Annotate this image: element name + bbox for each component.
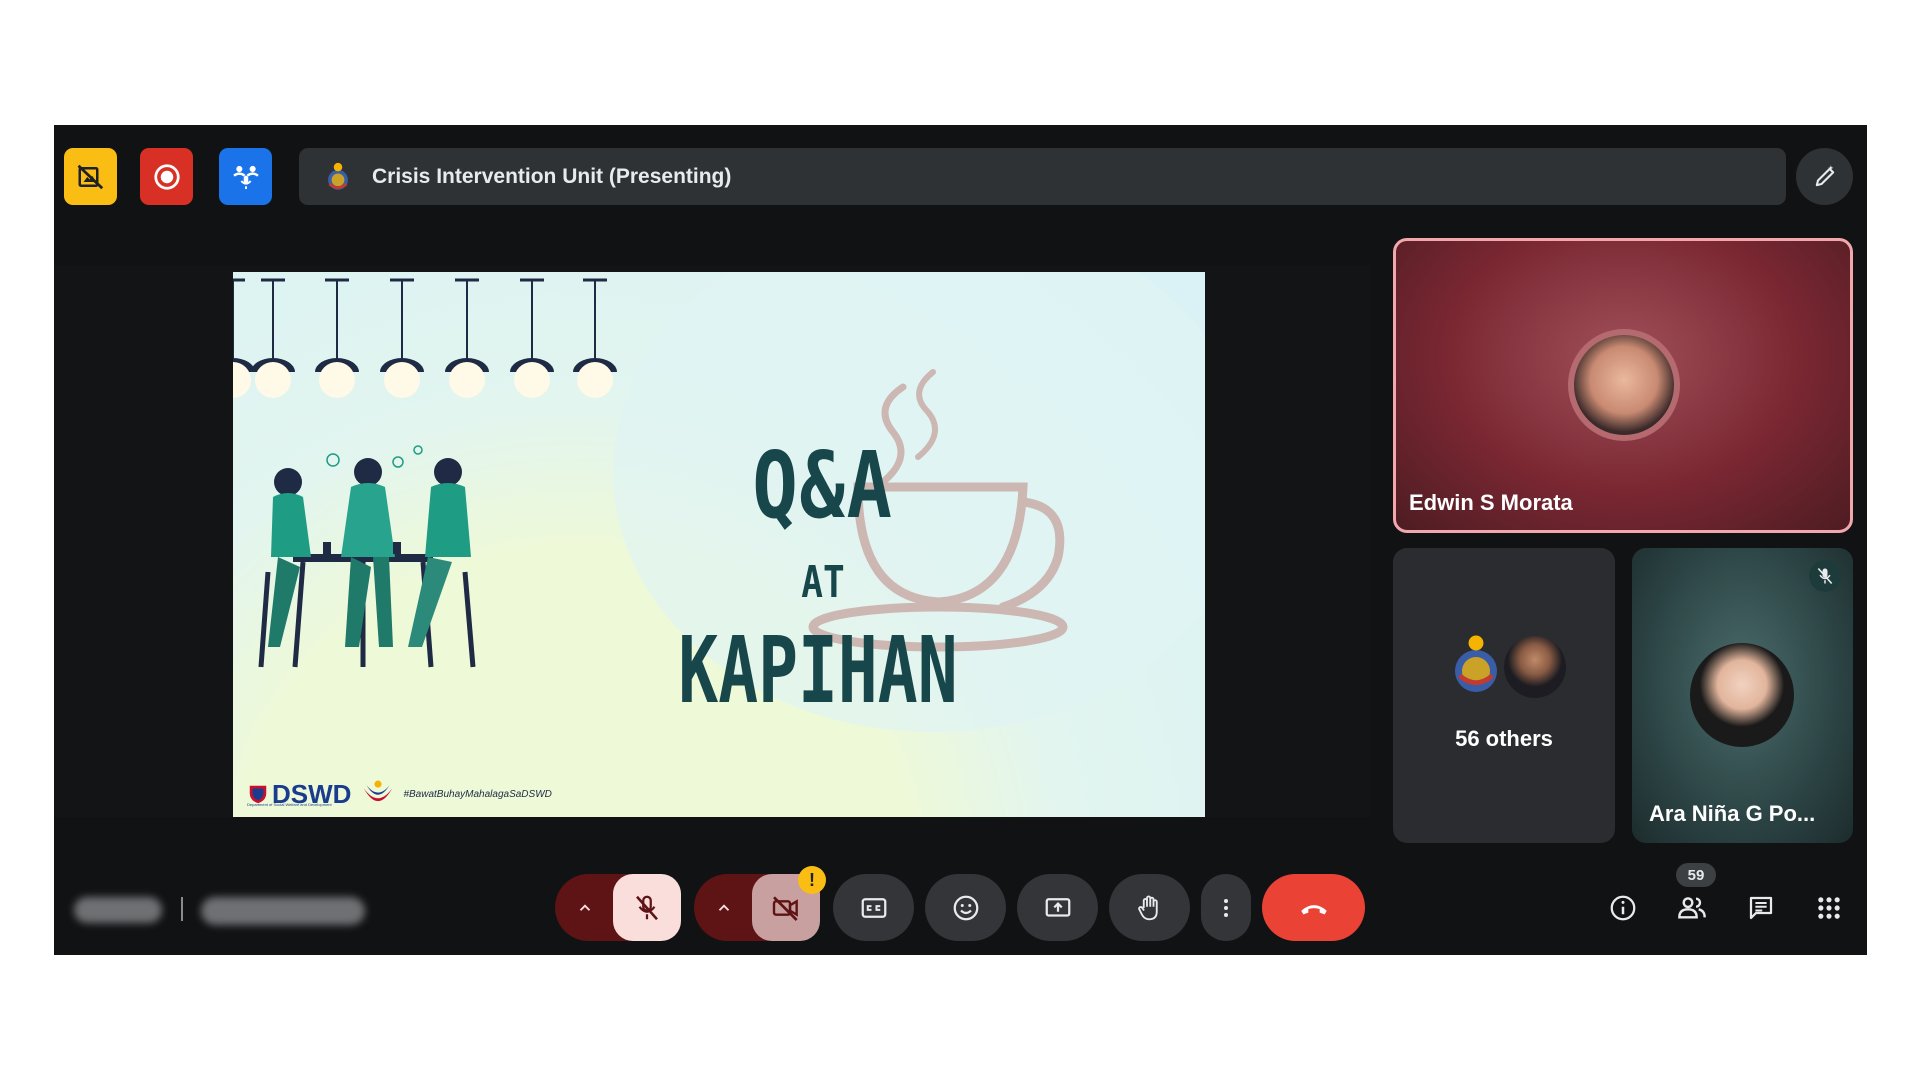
camera-warning-badge: ! xyxy=(798,866,826,894)
camera-off-icon xyxy=(772,895,798,921)
avatar-group xyxy=(1448,633,1568,701)
meet-window: Crisis Intervention Unit (Presenting) Q&… xyxy=(54,125,1867,955)
mic-off-badge xyxy=(1809,560,1841,592)
participant-name-ara: Ara Niña G Po... xyxy=(1649,801,1816,826)
mic-toggle-button[interactable] xyxy=(613,874,681,941)
edit-button[interactable] xyxy=(1796,148,1853,205)
apps-grid-icon xyxy=(1818,897,1840,919)
people-icon xyxy=(1678,897,1706,919)
call-end-icon xyxy=(1300,904,1327,914)
raise-hand-icon xyxy=(1137,895,1158,920)
presentation-stage: Q&A AT KAPIHAN DSWD #BawatBuhayMahalagaS… xyxy=(54,265,1371,817)
people-button[interactable] xyxy=(1669,885,1715,931)
host-controls-button[interactable] xyxy=(219,148,272,205)
avatar-graduate xyxy=(1504,636,1566,698)
raise-hand-button[interactable] xyxy=(1109,874,1190,941)
captions-button[interactable] xyxy=(833,874,914,941)
participant-tile-edwin[interactable]: Edwin S Morata xyxy=(1393,238,1853,533)
avatar-ara xyxy=(1690,643,1794,747)
warning-icon: ! xyxy=(809,869,815,890)
mic-off-icon xyxy=(636,895,658,920)
presenting-title-bar[interactable]: Crisis Intervention Unit (Presenting) xyxy=(299,148,1786,205)
record-icon xyxy=(153,163,180,190)
participant-tile-others[interactable]: 56 others xyxy=(1393,548,1615,843)
agency-logo-icon xyxy=(1455,635,1497,692)
reactions-button[interactable] xyxy=(925,874,1006,941)
chat-button[interactable] xyxy=(1738,885,1784,931)
redacted-time xyxy=(74,897,162,923)
bagong-pilipinas-logo-icon xyxy=(364,780,393,802)
present-screen-icon xyxy=(1045,897,1070,917)
pen-edit-icon xyxy=(1815,164,1834,186)
slide-title-kapihan: KAPIHAN xyxy=(678,617,958,724)
redacted-meeting-code xyxy=(201,897,365,925)
video-options-button[interactable] xyxy=(694,874,754,941)
more-vert-icon xyxy=(1224,898,1228,917)
participant-name-edwin: Edwin S Morata xyxy=(1409,490,1573,515)
slide-title-qa: Q&A xyxy=(752,432,894,539)
emoji-icon xyxy=(953,895,978,920)
presentation-slide: Q&A AT KAPIHAN DSWD #BawatBuhayMahalagaS… xyxy=(233,272,1205,817)
chat-icon xyxy=(1749,896,1773,920)
slide-hashtag: #BawatBuhayMahalagaSaDSWD xyxy=(403,788,552,800)
no-camera-icon xyxy=(77,164,103,189)
people-at-table-illustration xyxy=(258,445,476,668)
chevron-up-icon xyxy=(579,903,591,911)
dswd-subtitle: Department of Social Welfare and Develop… xyxy=(247,802,332,807)
slide-title-at: AT xyxy=(801,557,845,608)
participants-audio-icon xyxy=(232,165,259,189)
participant-count: 59 xyxy=(1687,866,1705,884)
divider xyxy=(181,897,183,921)
meeting-details-button[interactable] xyxy=(1600,885,1646,931)
pendant-lamps xyxy=(233,278,255,398)
presenter-logo-icon xyxy=(328,162,348,190)
captions-icon xyxy=(861,897,886,918)
present-now-button[interactable] xyxy=(1017,874,1098,941)
participant-count-badge: 59 xyxy=(1676,863,1716,887)
recording-button[interactable] xyxy=(140,148,193,205)
chevron-up-icon xyxy=(718,903,730,911)
avatar-edwin xyxy=(1568,329,1680,441)
slide-illustration xyxy=(233,272,1205,732)
activities-button[interactable] xyxy=(1806,885,1852,931)
participant-tile-ara[interactable]: Ara Niña G Po... xyxy=(1632,548,1853,843)
audio-options-button[interactable] xyxy=(555,874,615,941)
more-options-button[interactable] xyxy=(1201,874,1251,941)
info-icon xyxy=(1610,895,1636,921)
others-count-label: 56 others xyxy=(1455,726,1553,751)
mic-off-icon xyxy=(1817,567,1833,585)
camera-off-alert-button[interactable] xyxy=(64,148,117,205)
leave-call-button[interactable] xyxy=(1262,874,1365,941)
presenting-title: Crisis Intervention Unit (Presenting) xyxy=(372,164,732,188)
